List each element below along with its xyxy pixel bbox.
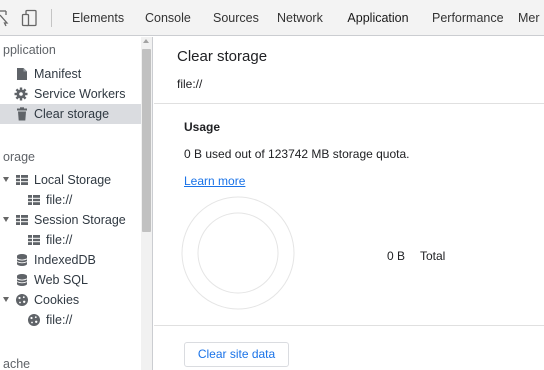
sidebar-item-indexeddb[interactable]: IndexedDB bbox=[0, 250, 141, 270]
sidebar-item-label: file:// bbox=[46, 313, 73, 327]
sidebar-item-label: IndexedDB bbox=[34, 253, 96, 267]
table-icon bbox=[28, 195, 40, 205]
sidebar-item-label: Clear storage bbox=[34, 107, 110, 121]
sidebar-item-local-storage[interactable]: Local Storage bbox=[0, 170, 141, 190]
sidebar-item-session-storage-file[interactable]: file:// bbox=[0, 230, 141, 250]
divider bbox=[154, 325, 544, 326]
sidebar-item-label: Web SQL bbox=[34, 273, 88, 287]
tab-network[interactable]: Network bbox=[277, 0, 323, 35]
tab-console[interactable]: Console bbox=[145, 0, 191, 35]
sidebar-item-manifest[interactable]: Manifest bbox=[0, 64, 141, 84]
devtools-tab-bar: Elements Console Sources Network Applica… bbox=[0, 0, 544, 36]
toolbar-separator bbox=[51, 9, 52, 27]
database-icon bbox=[16, 274, 28, 286]
sidebar-item-session-storage[interactable]: Session Storage bbox=[0, 210, 141, 230]
chevron-down-icon[interactable] bbox=[3, 297, 9, 302]
database-icon bbox=[16, 254, 28, 266]
usage-heading: Usage bbox=[184, 120, 221, 134]
sidebar-item-cookies-file[interactable]: file:// bbox=[0, 310, 141, 330]
tab-sources[interactable]: Sources bbox=[213, 0, 259, 35]
inspect-element-icon[interactable] bbox=[0, 9, 12, 27]
clear-site-data-button[interactable]: Clear site data bbox=[184, 342, 289, 367]
divider bbox=[154, 103, 544, 104]
table-icon bbox=[28, 235, 40, 245]
page-title: Clear storage bbox=[177, 48, 268, 65]
document-icon bbox=[17, 68, 27, 80]
active-tab-underline bbox=[337, 35, 419, 36]
table-icon bbox=[16, 175, 28, 185]
cookie-icon bbox=[16, 294, 28, 306]
sidebar-item-label: Manifest bbox=[34, 67, 82, 81]
cookie-icon bbox=[28, 314, 40, 326]
sidebar-item-label: file:// bbox=[46, 233, 73, 247]
scrollbar-thumb[interactable] bbox=[142, 49, 151, 232]
usage-text: 0 B used out of 123742 MB storage quota. bbox=[184, 147, 410, 161]
total-usage-label: Total bbox=[420, 249, 446, 263]
sidebar-item-cookies[interactable]: Cookies bbox=[0, 290, 141, 310]
sidebar-item-local-storage-file[interactable]: file:// bbox=[0, 190, 141, 210]
sidebar-section-cache: ache bbox=[3, 357, 31, 370]
sidebar-section-storage: orage bbox=[3, 150, 35, 164]
sidebar-item-label: Session Storage bbox=[34, 213, 126, 227]
clear-storage-panel: Clear storage file:// Usage 0 B used out… bbox=[154, 37, 544, 370]
tab-memory[interactable]: Mer bbox=[518, 0, 540, 35]
sidebar-section-application: pplication bbox=[3, 43, 56, 57]
tab-application-label: Application bbox=[347, 11, 409, 25]
trash-icon bbox=[17, 107, 27, 121]
application-sidebar: pplication Manifest Service Workers Clea… bbox=[0, 37, 153, 370]
gear-icon bbox=[14, 87, 28, 101]
tab-performance[interactable]: Performance bbox=[432, 0, 504, 35]
usage-pie-chart bbox=[181, 196, 295, 310]
table-icon bbox=[16, 215, 28, 225]
sidebar-item-websql[interactable]: Web SQL bbox=[0, 270, 141, 290]
tab-application[interactable]: Application bbox=[337, 0, 419, 36]
total-usage-value: 0 B bbox=[387, 249, 406, 263]
sidebar-scrollbar[interactable] bbox=[141, 37, 152, 370]
chevron-down-icon[interactable] bbox=[3, 217, 9, 222]
origin-label: file:// bbox=[177, 77, 203, 91]
learn-more-link[interactable]: Learn more bbox=[184, 174, 245, 188]
devtools-window: Elements Console Sources Network Applica… bbox=[0, 0, 544, 370]
sidebar-item-clear-storage[interactable]: Clear storage bbox=[0, 104, 141, 124]
device-toolbar-icon[interactable] bbox=[21, 9, 39, 27]
scroll-up-icon[interactable] bbox=[143, 39, 149, 43]
sidebar-item-label: Service Workers bbox=[34, 87, 126, 101]
chevron-down-icon[interactable] bbox=[3, 177, 9, 182]
sidebar-item-service-workers[interactable]: Service Workers bbox=[0, 84, 141, 104]
tab-elements[interactable]: Elements bbox=[72, 0, 124, 35]
sidebar-item-label: file:// bbox=[46, 193, 73, 207]
sidebar-item-label: Local Storage bbox=[34, 173, 112, 187]
sidebar-item-label: Cookies bbox=[34, 293, 80, 307]
